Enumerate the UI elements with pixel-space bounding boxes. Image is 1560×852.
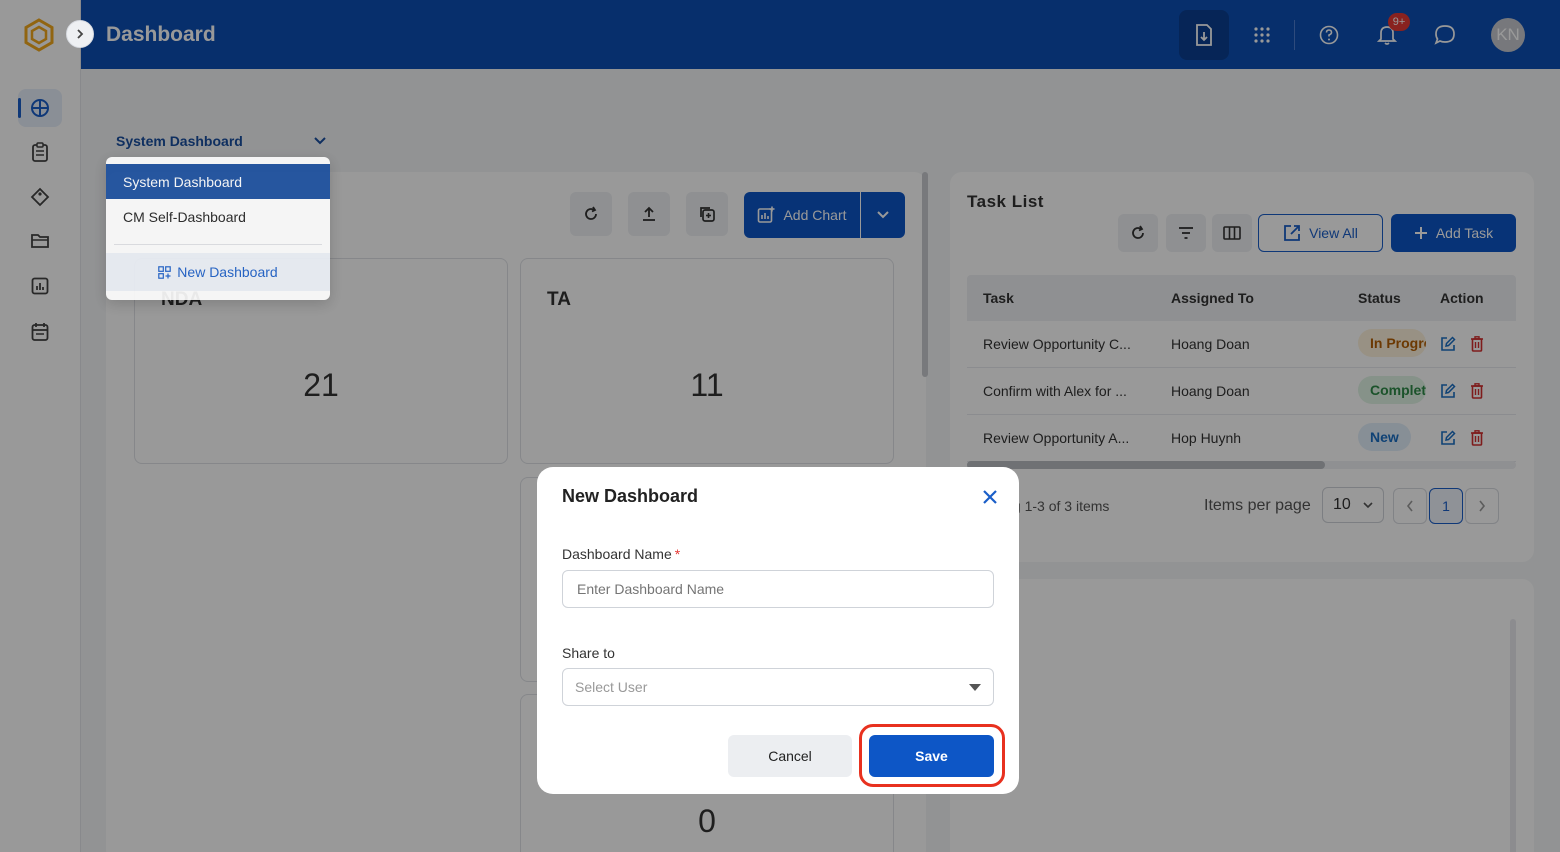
chevron-right-icon	[77, 29, 84, 39]
dialog-title: New Dashboard	[562, 486, 699, 506]
new-dashboard-label: New Dashboard	[177, 264, 278, 280]
dashboard-dropdown-menu: System Dashboard CM Self-Dashboard New D…	[106, 157, 330, 300]
required-mark: *	[674, 546, 681, 562]
dropdown-option-system-dashboard[interactable]: System Dashboard	[106, 164, 330, 199]
cancel-button[interactable]: Cancel	[728, 735, 852, 777]
sidebar-expand-button[interactable]	[66, 20, 94, 48]
dashboard-name-input[interactable]	[562, 570, 994, 608]
dashboard-name-label: Dashboard Name *	[562, 546, 681, 562]
add-dashboard-icon	[158, 265, 172, 279]
new-dashboard-option[interactable]: New Dashboard	[106, 253, 330, 291]
dropdown-divider	[114, 244, 322, 245]
close-button[interactable]	[978, 485, 1002, 509]
share-to-label: Share to	[562, 645, 615, 661]
save-button-highlight	[859, 724, 1005, 787]
share-to-placeholder: Select User	[575, 679, 648, 695]
close-icon	[983, 490, 997, 504]
caret-down-icon	[969, 683, 981, 691]
share-to-select[interactable]: Select User	[562, 668, 994, 706]
dropdown-option-cm-self-dashboard[interactable]: CM Self-Dashboard	[106, 199, 330, 234]
